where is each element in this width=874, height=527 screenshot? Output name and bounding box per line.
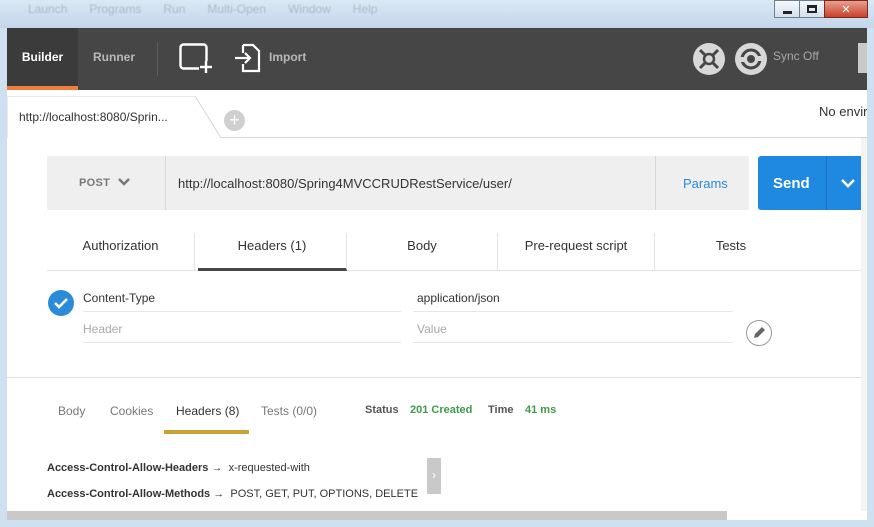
header-value[interactable]: application/json <box>417 291 500 305</box>
send-split-divider <box>826 156 827 210</box>
menu-item[interactable]: Programs <box>89 2 141 16</box>
response-header-value: x-requested-with <box>228 462 310 474</box>
header-key-underline <box>83 311 401 312</box>
header-value-underline <box>413 311 733 312</box>
time-label: Time <box>488 404 514 416</box>
params-label: Params <box>683 176 728 191</box>
response-header-name: Access-Control-Allow-Headers <box>47 462 209 474</box>
response-tab-body[interactable]: Body <box>58 404 85 418</box>
minimize-button[interactable] <box>774 0 800 18</box>
new-header-value-input[interactable]: Value <box>417 322 447 336</box>
window-controls: ✕ <box>774 0 868 18</box>
response-header-row: Access-Control-Allow-Methods → POST, GET… <box>47 488 418 500</box>
runner-tab[interactable]: Runner <box>93 28 135 90</box>
tab-authorization[interactable]: Authorization <box>47 233 195 271</box>
response-tab-tests[interactable]: Tests (0/0) <box>261 404 317 418</box>
response-header-value: POST, GET, PUT, OPTIONS, DELETE <box>230 488 419 500</box>
header-enabled-checkbox[interactable] <box>48 290 74 316</box>
new-header-key-input[interactable]: Header <box>83 322 122 336</box>
tab-headers[interactable]: Headers (1) <box>198 233 347 271</box>
status-value: 201 Created <box>410 404 473 416</box>
method-label: POST <box>79 177 111 189</box>
menu-item[interactable]: Window <box>288 2 331 16</box>
interceptor-button[interactable] <box>693 43 725 75</box>
chevron-down-icon <box>118 178 130 186</box>
response-header-row: Access-Control-Allow-Headers → x-request… <box>47 462 310 474</box>
top-bar: Builder Runner Import Sync Off <box>7 28 867 90</box>
add-tab-button[interactable]: + <box>224 110 245 131</box>
bulk-edit-button[interactable] <box>746 320 772 346</box>
sync-icon <box>739 48 763 70</box>
close-icon: ✕ <box>841 3 851 16</box>
url-input[interactable]: http://localhost:8080/Spring4MVCCRUDRest… <box>178 176 512 191</box>
window-menu: Launch Programs Run Multi-Open Window He… <box>28 2 377 16</box>
send-label: Send <box>773 175 810 192</box>
app-window: Builder Runner Import Sync Off http://lo… <box>7 28 867 520</box>
new-header-value-underline <box>413 342 733 343</box>
minimize-icon <box>782 10 792 14</box>
checkmark-icon <box>54 298 68 309</box>
new-window-icon[interactable] <box>179 43 213 73</box>
environment-selector[interactable]: No envir <box>819 104 867 119</box>
send-button[interactable]: Send <box>758 156 867 210</box>
response-tab-cookies[interactable]: Cookies <box>110 404 153 418</box>
menu-item[interactable]: Help <box>353 2 378 16</box>
section-divider <box>7 377 867 378</box>
maximize-icon <box>807 5 817 13</box>
url-bar: POST http://localhost:8080/Spring4MVCCRU… <box>47 156 749 210</box>
response-header-name: Access-Control-Allow-Methods <box>47 488 211 500</box>
window-titlebar: Launch Programs Run Multi-Open Window He… <box>0 0 874 28</box>
menu-item[interactable]: Launch <box>28 2 67 16</box>
topbar-scroll-handle[interactable] <box>858 43 867 73</box>
pencil-icon <box>754 327 765 338</box>
tab-body[interactable]: Body <box>347 233 498 271</box>
request-tab-strip: http://localhost:8080/Sprin... + No envi… <box>7 90 867 138</box>
panel-collapse-handle[interactable]: › <box>427 458 441 494</box>
arrow-icon: → <box>211 462 223 474</box>
arrow-icon: → <box>213 488 225 500</box>
builder-tab[interactable]: Builder <box>7 28 78 90</box>
active-response-tab-indicator <box>164 430 249 434</box>
status-label: Status <box>365 404 399 416</box>
close-button[interactable]: ✕ <box>824 0 868 18</box>
plus-icon: + <box>229 110 240 130</box>
new-header-key-underline <box>83 342 401 343</box>
menu-item[interactable]: Multi-Open <box>207 2 266 16</box>
maximize-button[interactable] <box>799 0 825 18</box>
request-subtabs: Authorization Headers (1) Body Pre-reque… <box>47 233 867 271</box>
tab-tests[interactable]: Tests <box>655 233 807 271</box>
time-value: 41 ms <box>525 404 557 416</box>
interceptor-icon <box>698 48 720 70</box>
chevron-right-icon: › <box>432 468 436 482</box>
params-button[interactable]: Params <box>655 156 749 210</box>
import-icon[interactable] <box>233 43 261 73</box>
tab-pre-request-script[interactable]: Pre-request script <box>498 233 655 271</box>
sync-status-label: Sync Off <box>773 49 819 63</box>
menu-item[interactable]: Run <box>163 2 185 16</box>
send-options-chevron-icon[interactable] <box>840 177 856 189</box>
vertical-scrollbar[interactable] <box>861 138 867 511</box>
method-selector[interactable]: POST <box>47 156 166 210</box>
import-label[interactable]: Import <box>269 50 306 64</box>
request-tab-label[interactable]: http://localhost:8080/Sprin... <box>19 110 168 124</box>
topbar-divider <box>157 42 158 76</box>
header-key[interactable]: Content-Type <box>83 291 155 305</box>
sync-button[interactable] <box>735 43 767 75</box>
response-tab-headers[interactable]: Headers (8) <box>176 404 239 418</box>
horizontal-scrollbar[interactable] <box>7 511 727 520</box>
